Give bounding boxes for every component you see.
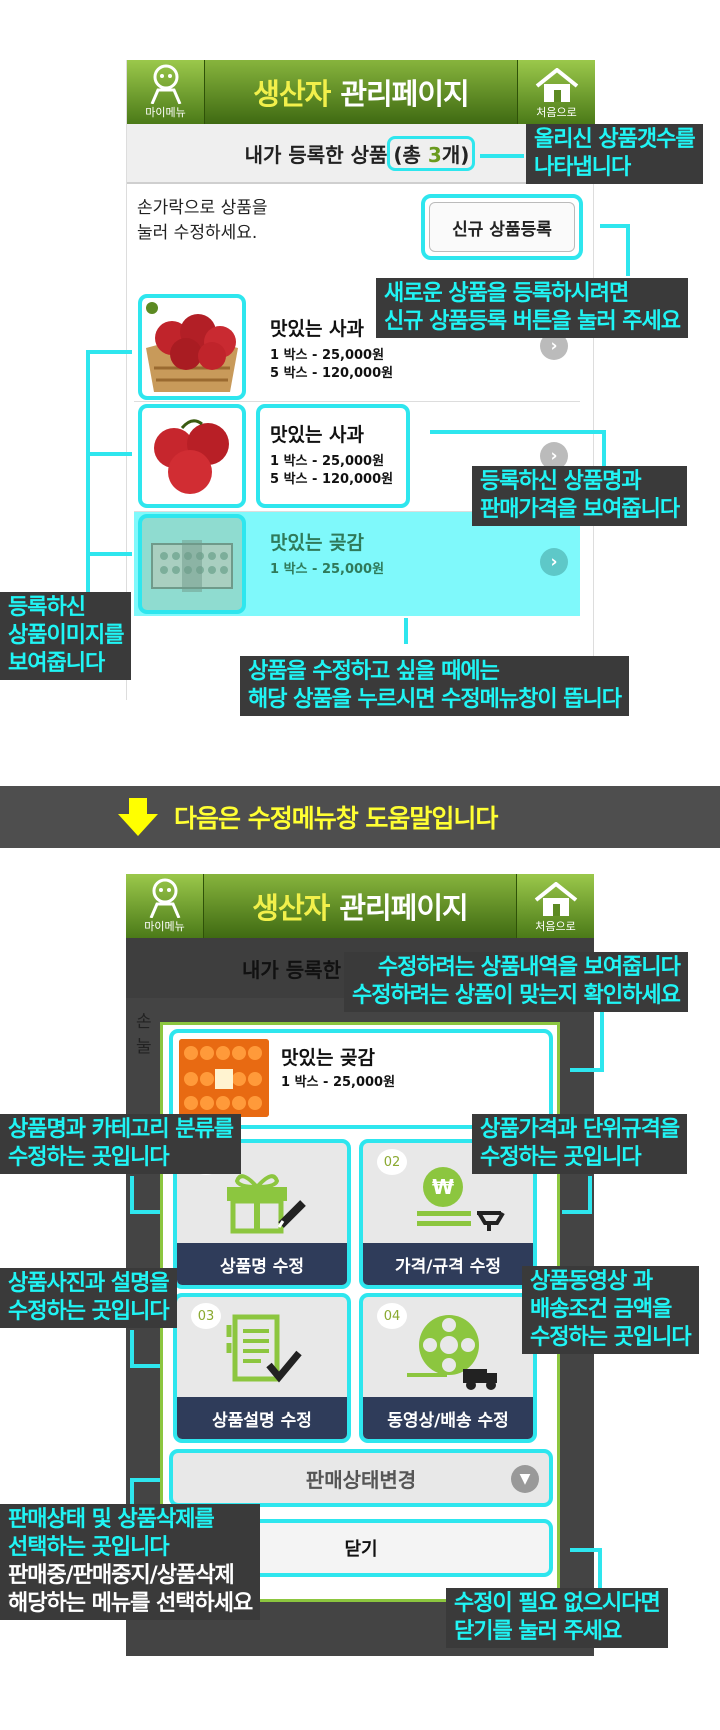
product-name: 맛있는 사과 <box>270 424 365 446</box>
page-title: 생산자 관리페이지 <box>253 77 469 111</box>
connector <box>600 1012 604 1070</box>
callout-edit-desc: 상품사진과 설명을 수정하는 곳입니다 <box>0 1268 177 1328</box>
product-image <box>138 514 246 614</box>
dimmed-instruction: 손눌 <box>136 1012 152 1057</box>
app-header: 마이메뉴 생산자 관리페이지 처음으로 <box>126 874 594 938</box>
callout-close: 수정이 필요 없으시다면 닫기를 눌러 주세요 <box>446 1588 668 1648</box>
product-price: 1 박스 - 25,000원 <box>270 562 385 577</box>
film-truck-icon <box>407 1315 497 1390</box>
status-select[interactable]: 판매상태변경 ▼ <box>169 1449 553 1507</box>
mymenu-label: 마이메뉴 <box>145 106 186 119</box>
home-icon <box>534 882 577 916</box>
connector <box>86 552 132 556</box>
connector <box>626 226 630 276</box>
callout-detail: 수정하려는 상품내역을 보여줍니다 수정하려는 상품이 맞는지 확인하세요 <box>344 952 688 1012</box>
connector <box>130 1210 160 1214</box>
connector <box>570 1068 604 1072</box>
connector <box>600 224 630 228</box>
connector <box>130 1330 134 1366</box>
edit-desc-tile[interactable]: 03 상품설명 수정 <box>173 1293 351 1443</box>
mymenu-button[interactable]: 마이메뉴 <box>127 60 205 124</box>
callout-edit-video: 상품동영상 과 배송조건 금액을 수정하는 곳입니다 <box>522 1266 699 1354</box>
chevron-right-icon: › <box>540 548 568 576</box>
list-item[interactable]: 맛있는 곶감 1 박스 - 25,000원 › <box>134 512 580 616</box>
mymenu-button[interactable]: 마이메뉴 <box>126 874 204 938</box>
modal-product-image <box>179 1039 269 1117</box>
instruction-text: 손가락으로 상품을 눌러 수정하세요. <box>137 198 268 243</box>
connector <box>404 618 408 644</box>
connector <box>480 154 524 158</box>
edit-price-label: 가격/규격 수정 <box>363 1243 533 1285</box>
callout-edit: 상품을 수정하고 싶을 때에는 해당 상품을 누르시면 수정메뉴창이 뜹니다 <box>240 656 629 716</box>
connector <box>130 1176 134 1212</box>
connector <box>130 1364 160 1368</box>
callout-name-price: 등록하신 상품명과 판매가격을 보여줍니다 <box>472 466 688 526</box>
section-divider: 다음은 수정메뉴창 도움말입니다 <box>0 786 720 848</box>
connector <box>562 1210 592 1214</box>
gift-icon <box>227 1174 306 1234</box>
product-price: 1 박스 - 25,000원 <box>270 348 385 363</box>
product-price: 5 박스 - 120,000원 <box>270 366 394 381</box>
product-image <box>138 294 246 400</box>
arrow-down-icon <box>118 798 158 836</box>
connector <box>570 1548 602 1552</box>
chevron-down-icon: ▼ <box>511 1465 539 1493</box>
edit-desc-label: 상품설명 수정 <box>177 1397 347 1439</box>
connector <box>430 430 606 434</box>
document-check-icon <box>226 1314 302 1383</box>
callout-edit-price: 상품가격과 단위규격을 수정하는 곳입니다 <box>472 1114 688 1174</box>
connector <box>86 350 90 596</box>
connector <box>130 1478 160 1482</box>
product-price: 1 박스 - 25,000원 <box>270 454 385 469</box>
product-name: 맛있는 사과 <box>270 318 365 340</box>
edit-video-tile[interactable]: 04 동영상/배송 수정 <box>359 1293 537 1443</box>
connector <box>86 350 132 354</box>
close-button-label: 닫기 <box>344 1539 378 1560</box>
app-header: 마이메뉴 생산자 관리페이지 처음으로 <box>127 60 595 124</box>
home-button[interactable]: 처음으로 <box>517 60 595 124</box>
callout-image: 등록하신 상품이미지를 보여줍니다 <box>0 592 132 680</box>
home-button[interactable]: 처음으로 <box>516 874 594 938</box>
person-icon <box>149 878 180 918</box>
page-title: 생산자 관리페이지 <box>252 891 468 925</box>
product-image <box>138 404 246 508</box>
product-price: 5 박스 - 120,000원 <box>270 472 394 487</box>
home-icon <box>535 68 578 102</box>
callout-edit-name: 상품명과 카테고리 분류를 수정하는 곳입니다 <box>0 1114 241 1174</box>
status-select-label: 판매상태변경 <box>305 1467 417 1492</box>
connector <box>588 1176 592 1212</box>
modal-product-price: 1 박스 - 25,000원 <box>281 1075 396 1090</box>
edit-video-label: 동영상/배송 수정 <box>363 1397 533 1439</box>
person-icon <box>150 64 181 104</box>
connector <box>86 452 132 456</box>
connector <box>602 430 606 470</box>
connector <box>598 1548 602 1588</box>
callout-status: 판매상태 및 상품삭제를 선택하는 곳입니다 판매중/판매중지/상품삭제 해당하는 메… <box>0 1504 261 1620</box>
edit-name-label: 상품명 수정 <box>177 1243 347 1285</box>
callout-count: 올리신 상품갯수를 나타냅니다 <box>526 124 703 184</box>
svg-text:₩: ₩ <box>432 1175 454 1199</box>
home-label: 처음으로 <box>536 106 577 119</box>
product-name: 맛있는 곶감 <box>270 532 365 554</box>
product-count: (총 3개) <box>387 135 476 171</box>
callout-new-product: 새로운 상품을 등록하시려면 신규 상품등록 버튼을 눌러 주세요 <box>376 278 688 338</box>
modal-product-name: 맛있는 곶감 <box>281 1047 376 1069</box>
new-product-button[interactable]: 신규 상품등록 <box>421 194 583 260</box>
